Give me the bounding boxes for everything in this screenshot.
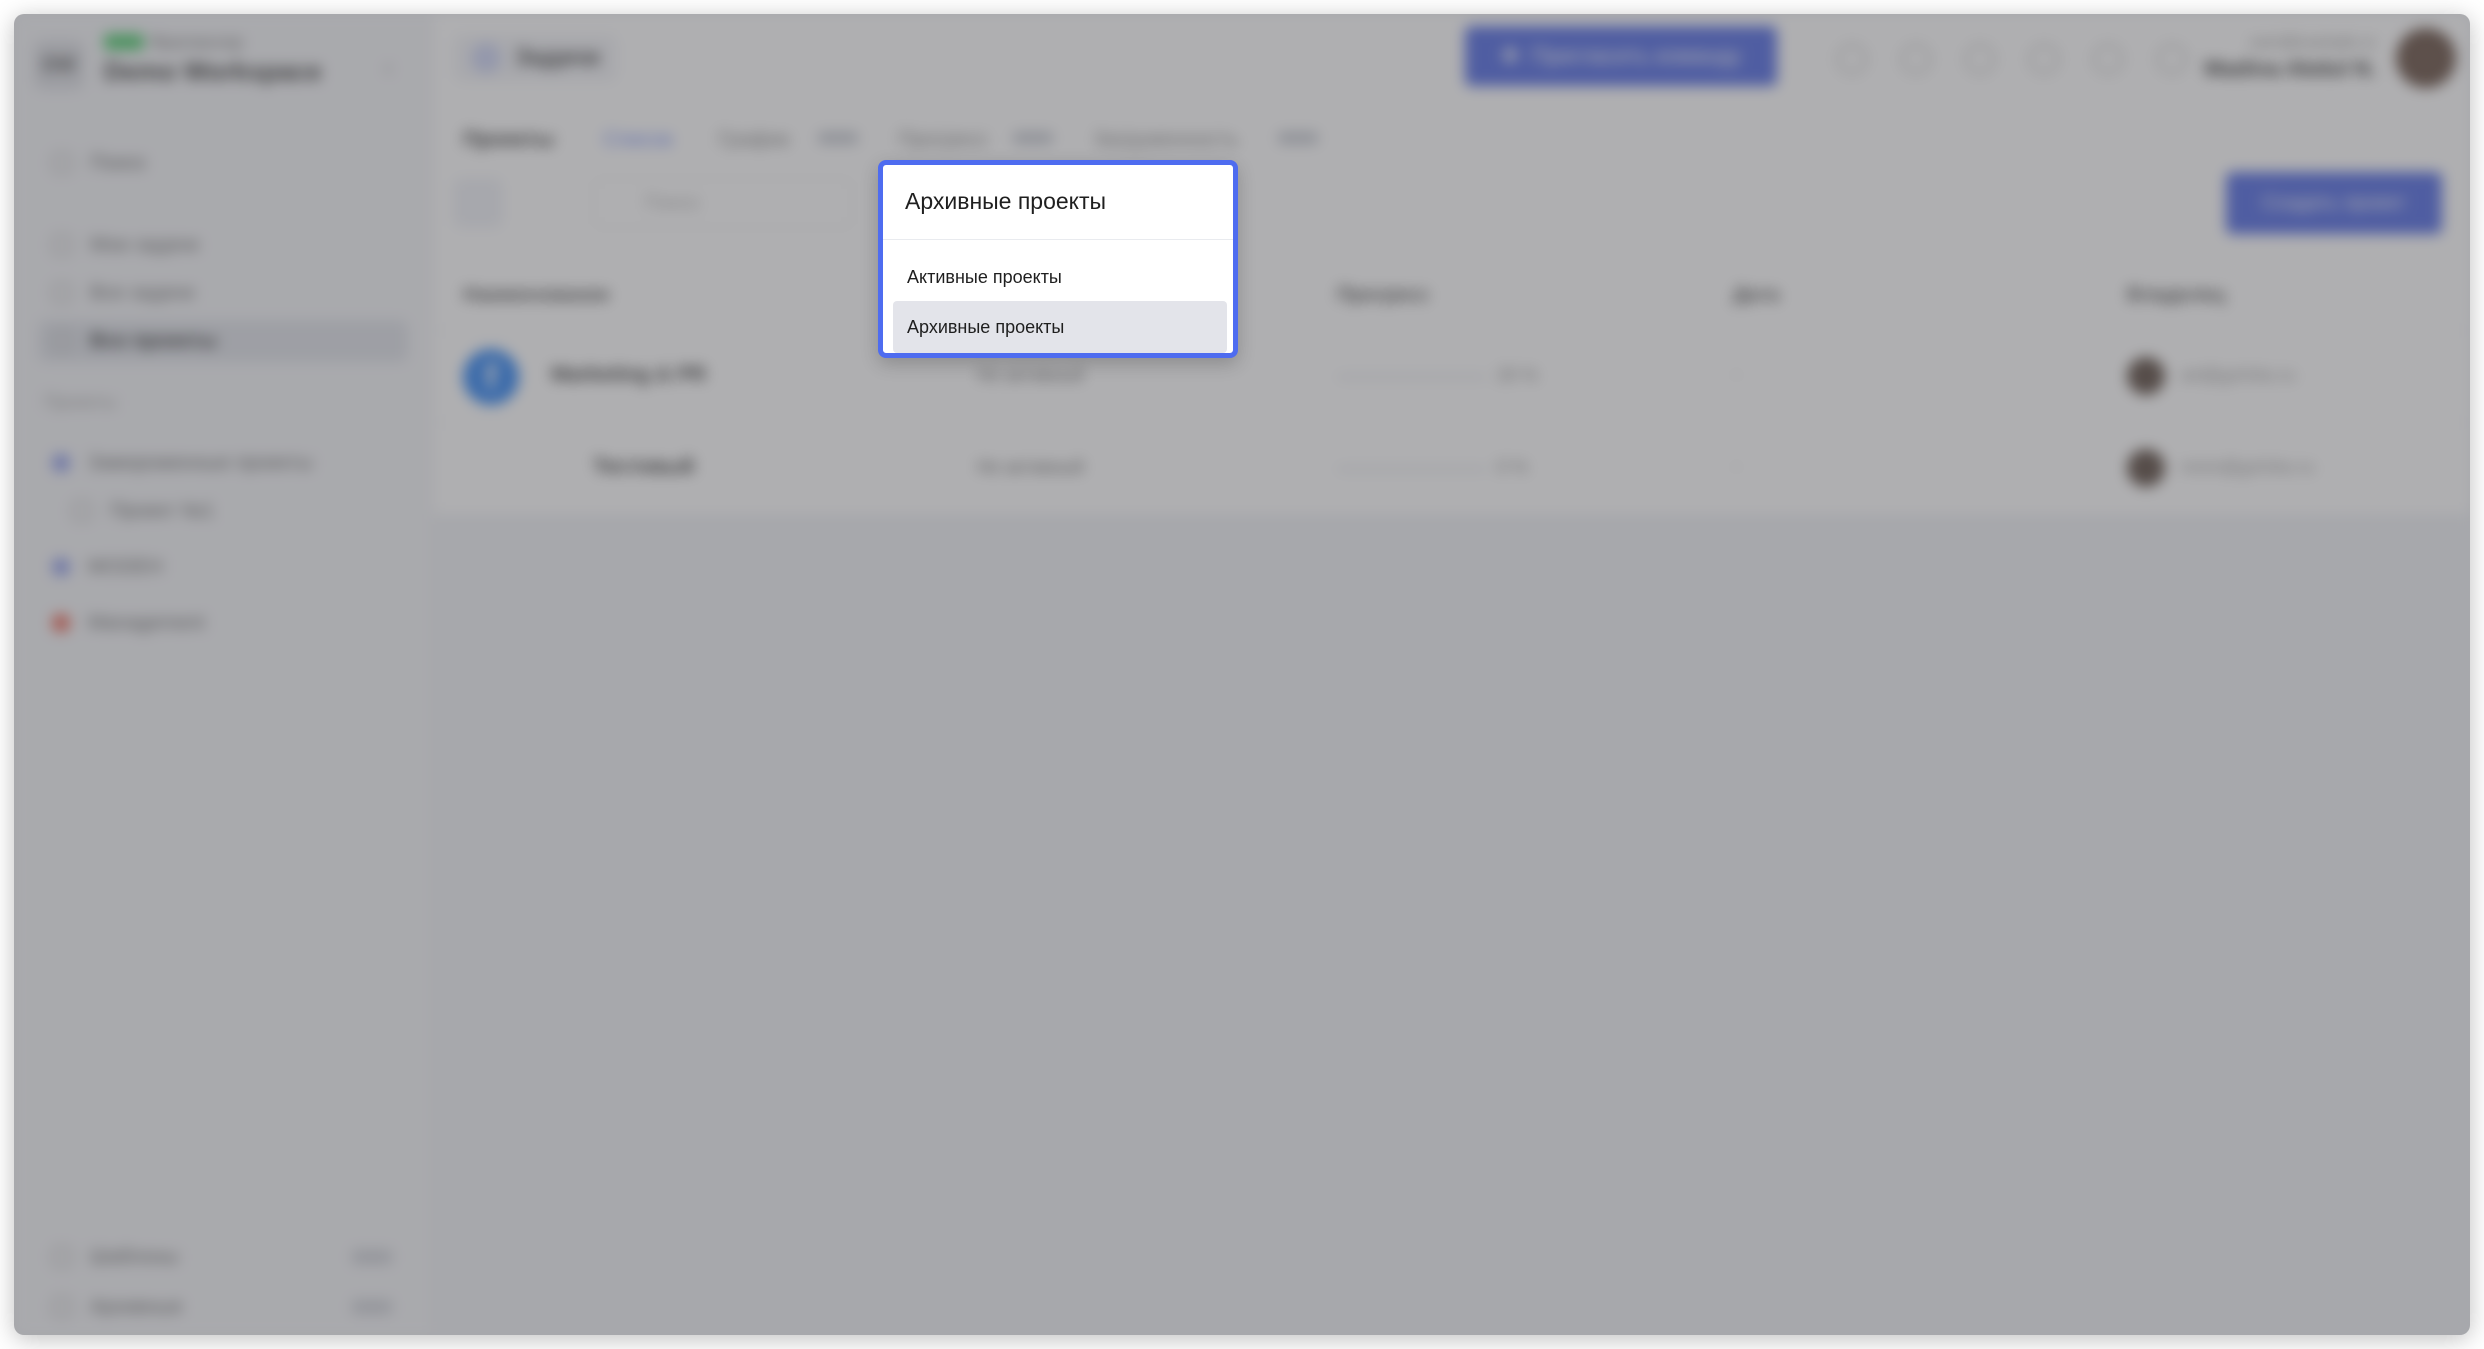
dropdown-divider [883, 239, 1233, 240]
option-archived-projects[interactable]: Архивные проекты [893, 301, 1227, 353]
dropdown-selected-value[interactable]: Архивные проекты [891, 173, 1161, 229]
project-filter-dropdown[interactable]: Архивные проекты Активные проекты Архивн… [878, 160, 1238, 358]
option-active-projects[interactable]: Активные проекты [893, 251, 1227, 303]
modal-overlay[interactable] [14, 14, 2470, 1335]
app-window: DW Фрилансер Demo Workspace ‹ Поиск Мои … [14, 14, 2470, 1335]
